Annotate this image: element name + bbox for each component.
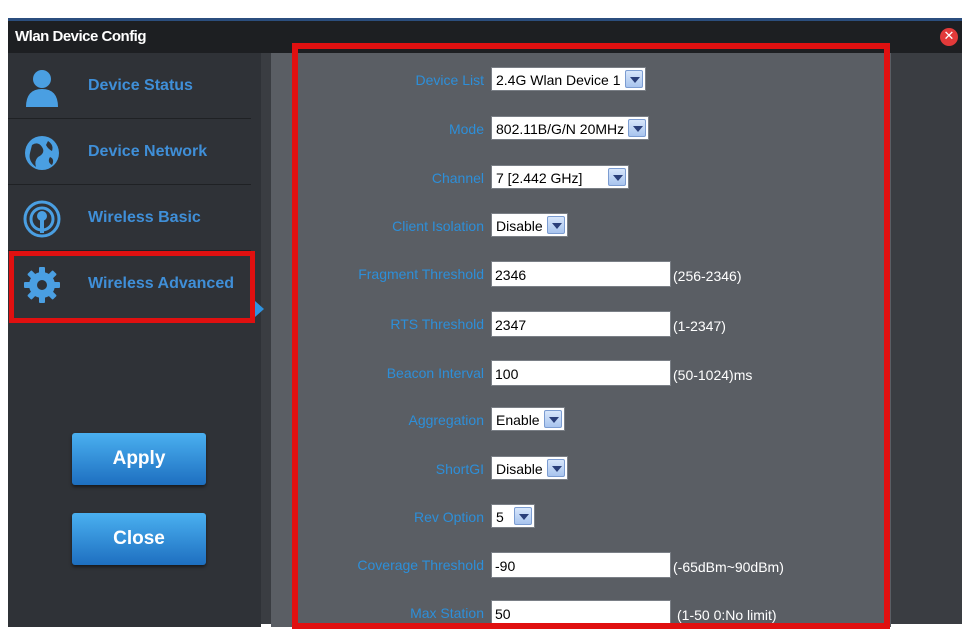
sidebar-item-wireless-basic[interactable]: Wireless Basic (8, 185, 251, 251)
sidebar-item-label: Wireless Basic (88, 209, 201, 226)
sidebar-item-label: Device Status (88, 77, 193, 94)
wireless-icon (23, 200, 61, 238)
window-title: Wlan Device Config (15, 28, 147, 45)
close-icon[interactable]: ✕ (940, 28, 958, 46)
sidebar-item-label: Device Network (88, 143, 208, 160)
sidebar: Device Status Device Network Wireless Ba… (8, 53, 261, 627)
highlight-box-settings (292, 43, 890, 629)
highlight-box-nav (9, 251, 255, 323)
sidebar-item-device-status[interactable]: Device Status (8, 53, 251, 119)
close-button[interactable]: Close (72, 513, 206, 565)
user-icon (26, 70, 58, 107)
apply-button[interactable]: Apply (72, 433, 206, 485)
globe-icon (25, 136, 59, 170)
active-item-arrow-icon (255, 301, 264, 317)
sidebar-item-device-network[interactable]: Device Network (8, 119, 251, 185)
